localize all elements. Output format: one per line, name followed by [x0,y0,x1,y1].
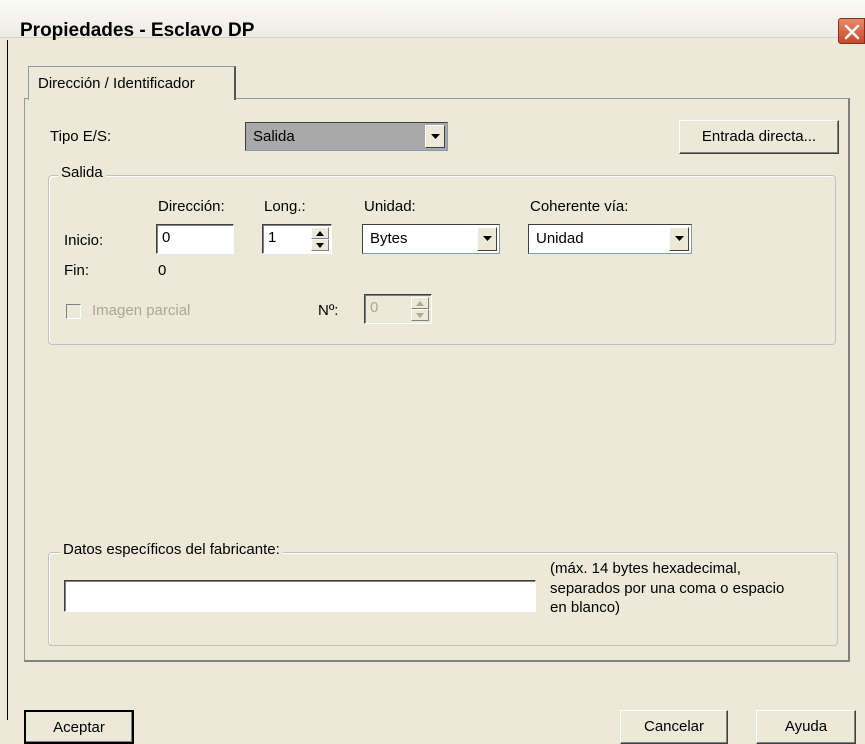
spin-down-icon [411,309,429,321]
end-label: Fin: [64,262,90,279]
io-type-select[interactable]: Salida [245,122,448,151]
close-icon [844,24,859,40]
consistent-header: Coherente vía: [530,198,629,215]
chevron-down-icon[interactable] [477,227,497,251]
spin-down-icon[interactable] [311,239,329,251]
address-header: Dirección: [158,198,225,215]
tab-direccion-identificador[interactable]: Dirección / Identificador [28,66,236,100]
direct-input-button[interactable]: Entrada directa... [679,120,839,154]
manufacturer-hint-line3: en blanco) [550,599,621,616]
help-button[interactable]: Ayuda [756,710,856,744]
manufacturer-hint-line2: separados por una coma o espacio [550,580,785,597]
io-type-value: Salida [253,128,295,145]
consistent-select[interactable]: Unidad [528,224,692,254]
unit-value: Bytes [370,230,408,247]
io-type-label: Tipo E/S: [50,128,112,145]
consistent-value: Unidad [536,230,584,247]
tab-label: Dirección / Identificador [38,75,195,92]
window-title: Propiedades - Esclavo DP [20,20,255,41]
close-button[interactable] [838,18,865,44]
accept-button[interactable]: Aceptar [24,710,134,744]
chevron-down-icon[interactable] [669,227,689,251]
window-border [7,40,8,720]
chevron-down-icon[interactable] [425,125,445,148]
output-group-legend: Salida [58,164,106,181]
manufacturer-hint-line1: (máx. 14 bytes hexadecimal, [550,560,741,577]
manufacturer-data-field[interactable] [64,580,536,612]
unit-header: Unidad: [364,198,416,215]
number-stepper[interactable]: 0 [364,294,432,324]
accept-button-label: Aceptar [53,719,105,736]
start-label: Inicio: [64,232,104,249]
unit-select[interactable]: Bytes [362,224,500,254]
direct-input-button-label: Entrada directa... [701,128,817,145]
length-header: Long.: [264,198,306,215]
start-address-field[interactable]: 0 [156,224,234,254]
manufacturer-group-legend: Datos específicos del fabricante: [60,541,283,558]
spin-up-icon[interactable] [311,227,329,239]
start-address-value: 0 [162,229,171,246]
partial-image-checkbox[interactable] [66,304,81,319]
length-stepper[interactable]: 1 [262,224,332,254]
length-value: 1 [268,229,277,246]
partial-image-label: Imagen parcial [92,302,191,319]
number-value: 0 [370,299,379,316]
end-value: 0 [158,262,167,279]
cancel-button[interactable]: Cancelar [620,710,728,744]
spin-up-icon [411,297,429,309]
number-label: Nº: [318,302,339,319]
